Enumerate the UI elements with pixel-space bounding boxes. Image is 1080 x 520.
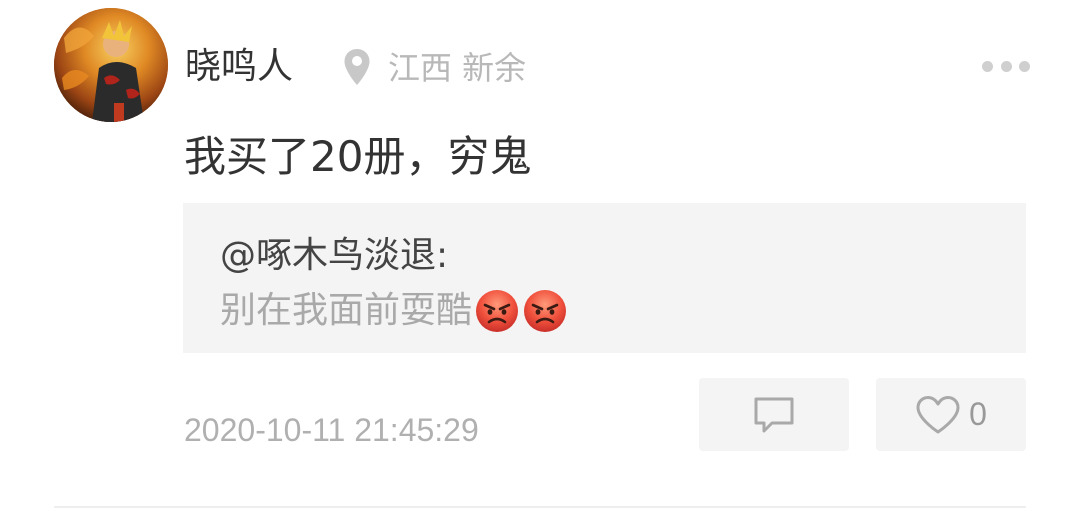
more-options-button[interactable] xyxy=(982,56,1030,76)
more-dots-icon xyxy=(982,60,993,72)
avatar[interactable] xyxy=(54,8,168,122)
more-dots-icon xyxy=(1000,60,1012,72)
comment-item: 晓鸣人 江西 新余 我买了20册，穷鬼 @啄木鸟淡退: 别在我面前耍酷 2020… xyxy=(0,0,1080,520)
like-button[interactable]: 0 xyxy=(876,378,1026,451)
username[interactable]: 晓鸣人 xyxy=(185,44,293,90)
quoted-text: 别在我面前耍酷 xyxy=(220,290,473,331)
angry-face-icon xyxy=(476,290,519,332)
comment-bubble-icon xyxy=(754,397,794,432)
quoted-reply[interactable]: @啄木鸟淡退: 别在我面前耍酷 xyxy=(183,203,1026,353)
heart-icon xyxy=(916,395,960,433)
divider xyxy=(54,506,1026,508)
reply-button[interactable] xyxy=(699,378,849,451)
comment-text: 我买了20册，穷鬼 xyxy=(184,132,532,181)
angry-face-icon xyxy=(524,290,567,332)
like-count: 0 xyxy=(969,396,987,432)
quoted-text-line: 别在我面前耍酷 xyxy=(220,288,568,334)
timestamp: 2020-10-11 21:45:29 xyxy=(184,412,479,448)
location-text: 江西 新余 xyxy=(388,49,527,87)
avatar-image xyxy=(54,8,168,122)
quoted-author[interactable]: @啄木鸟淡退: xyxy=(220,233,448,279)
location-pin-icon xyxy=(344,49,370,85)
more-dots-icon xyxy=(1019,60,1030,72)
